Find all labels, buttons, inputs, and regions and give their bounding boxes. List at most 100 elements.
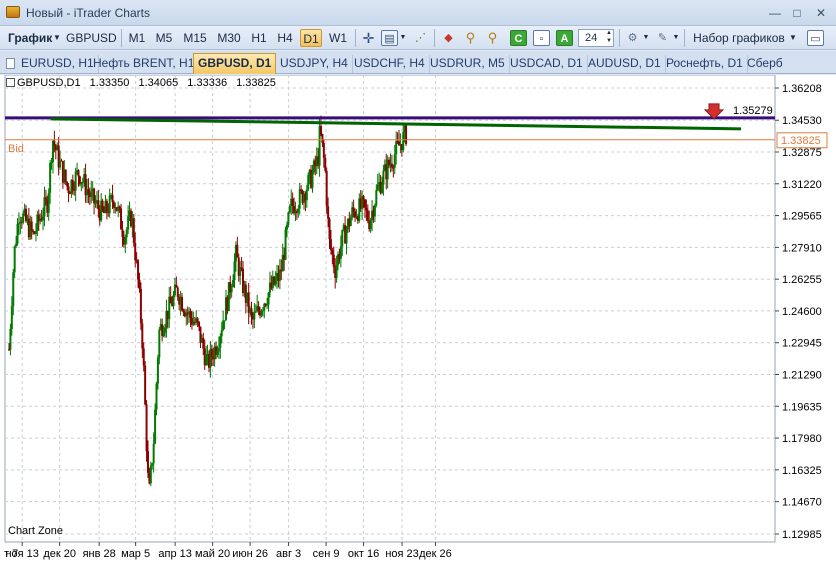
app-logo-icon bbox=[6, 6, 20, 18]
auto-scroll-icon[interactable]: A bbox=[556, 30, 573, 46]
timeframe-m15[interactable]: M15 bbox=[180, 29, 210, 47]
candle-body bbox=[230, 287, 233, 293]
candle-body bbox=[205, 354, 208, 366]
candle-body bbox=[67, 186, 70, 194]
candles-mode-icon[interactable]: C bbox=[510, 30, 527, 46]
candle-body bbox=[392, 167, 395, 169]
tab-brent-h1[interactable]: Нефть BRENT, H1 bbox=[89, 55, 200, 73]
candle-body bbox=[266, 304, 269, 306]
alert-value-label: 1.35279 bbox=[733, 105, 773, 117]
templates-chevron-down-icon[interactable]: ▼ bbox=[672, 29, 680, 47]
tab-rosneft-d1[interactable]: Роснефть, D1 bbox=[662, 55, 748, 73]
tab-audusd-d1[interactable]: AUDUSD, D1 bbox=[584, 55, 666, 73]
chart-tabs: EURUSD, H1 Нефть BRENT, H1 GBPUSD, D1 US… bbox=[0, 51, 836, 74]
timeframe-h4[interactable]: H4 bbox=[273, 29, 297, 47]
indicators-icon[interactable]: ⋰ bbox=[412, 30, 429, 46]
candle-body bbox=[284, 229, 287, 260]
candle-body bbox=[254, 311, 257, 313]
candle-body bbox=[331, 249, 334, 255]
symbol-selector[interactable]: GBPUSD bbox=[66, 29, 117, 47]
tab-usdjpy-h4[interactable]: USDJPY, H4 bbox=[276, 55, 353, 73]
plot-border bbox=[4, 75, 776, 543]
candle-body bbox=[121, 229, 124, 237]
candle-body bbox=[111, 195, 114, 203]
chart-sets-chevron-down-icon[interactable]: ▼ bbox=[788, 29, 798, 47]
candle-body bbox=[405, 125, 408, 145]
chart-type-icon[interactable]: ▤ bbox=[381, 30, 398, 46]
settings-chevron-down-icon[interactable]: ▼ bbox=[642, 29, 650, 47]
candle-body bbox=[71, 180, 74, 191]
candle-body bbox=[43, 197, 46, 217]
candle-body bbox=[30, 221, 33, 231]
x-tick-label: ноя 13 bbox=[5, 548, 38, 560]
candle-body bbox=[402, 132, 405, 151]
tab-eurusd-h1[interactable]: EURUSD, H1 bbox=[17, 55, 99, 73]
candle-body bbox=[297, 208, 300, 213]
y-tick-label: 1.27910 bbox=[782, 242, 822, 254]
candle-body bbox=[329, 239, 332, 250]
candle-body bbox=[74, 171, 77, 191]
y-tick-label: 1.22945 bbox=[782, 338, 822, 350]
maximize-button[interactable]: □ bbox=[786, 4, 808, 22]
candle-body bbox=[239, 267, 242, 276]
x-tick-label: ноя 23 bbox=[385, 548, 418, 560]
candle-body bbox=[16, 223, 19, 244]
candle-body bbox=[352, 207, 355, 212]
candle-body bbox=[12, 272, 15, 307]
candle-body bbox=[232, 279, 235, 288]
settings-icon[interactable]: ⚙ bbox=[624, 30, 641, 46]
candle-body bbox=[189, 311, 192, 318]
candle-body bbox=[261, 310, 264, 312]
zoom-in-icon[interactable]: ⚲ bbox=[462, 30, 479, 46]
candle-body bbox=[182, 310, 185, 313]
candle-body bbox=[332, 254, 335, 268]
candle-body bbox=[15, 243, 18, 247]
new-window-icon[interactable]: ▭ bbox=[807, 30, 824, 46]
close-button[interactable]: ✕ bbox=[810, 4, 832, 22]
candle-body bbox=[90, 191, 93, 198]
chart-sets-dropdown[interactable]: Набор графиков bbox=[690, 29, 788, 47]
candle-body bbox=[94, 202, 97, 204]
candle-body bbox=[64, 169, 67, 182]
candle-body bbox=[288, 205, 291, 213]
y-tick-label: 1.32875 bbox=[782, 147, 822, 159]
y-tick-label: 1.26255 bbox=[782, 274, 822, 286]
minimize-button[interactable]: — bbox=[764, 4, 786, 22]
timeframe-m1[interactable]: M1 bbox=[125, 29, 149, 47]
tab-gbpusd-d1[interactable]: GBPUSD, D1 bbox=[193, 53, 277, 74]
candle-body bbox=[395, 141, 398, 155]
candle-body bbox=[32, 230, 35, 233]
eraser-icon[interactable]: ◆ bbox=[440, 30, 457, 46]
tab-usdchf-h4[interactable]: USDCHF, H4 bbox=[350, 55, 430, 73]
timeframe-w1[interactable]: W1 bbox=[326, 29, 350, 47]
candle-body bbox=[324, 157, 327, 171]
timeframe-d1[interactable]: D1 bbox=[300, 29, 322, 47]
chart-menu-chevron-down-icon[interactable]: ▼ bbox=[52, 29, 62, 47]
spinner-arrows-icon[interactable]: ▲ ▼ bbox=[604, 29, 614, 47]
chart-grid bbox=[4, 75, 776, 543]
zoom-out-icon[interactable]: ⚲ bbox=[484, 30, 501, 46]
candle-body bbox=[134, 243, 137, 261]
timeframe-h1[interactable]: H1 bbox=[248, 29, 270, 47]
tab-usdrur-m5[interactable]: USDRUR, M5 bbox=[426, 55, 510, 73]
candle-body bbox=[291, 198, 294, 206]
x-tick-label: сен 9 bbox=[313, 548, 340, 560]
x-tick-label: июн 26 bbox=[232, 548, 268, 560]
chart-menu-button[interactable]: График bbox=[8, 29, 54, 47]
y-tick-label: 1.24600 bbox=[782, 306, 822, 318]
candle-body bbox=[49, 163, 52, 193]
candle-body bbox=[105, 200, 108, 212]
price-chart[interactable]: 1.35279Bid1.33825 1.362081.345301.328751… bbox=[0, 75, 836, 584]
tab-sberbank[interactable]: Сберб bbox=[743, 55, 787, 73]
candle-body bbox=[376, 184, 379, 191]
timeframe-m30[interactable]: M30 bbox=[214, 29, 244, 47]
timeframe-m5[interactable]: M5 bbox=[152, 29, 176, 47]
templates-icon[interactable]: ✎ bbox=[654, 30, 671, 46]
tab-usdcad-d1[interactable]: USDCAD, D1 bbox=[506, 55, 588, 73]
chart-type-chevron-down-icon[interactable]: ▼ bbox=[399, 29, 407, 47]
candle-body bbox=[390, 163, 393, 168]
candle-body bbox=[325, 170, 328, 207]
crosshair-icon[interactable]: ✛ bbox=[360, 30, 377, 46]
fit-chart-icon[interactable]: ▫ bbox=[533, 30, 550, 46]
x-tick-label: май 20 bbox=[195, 548, 230, 560]
